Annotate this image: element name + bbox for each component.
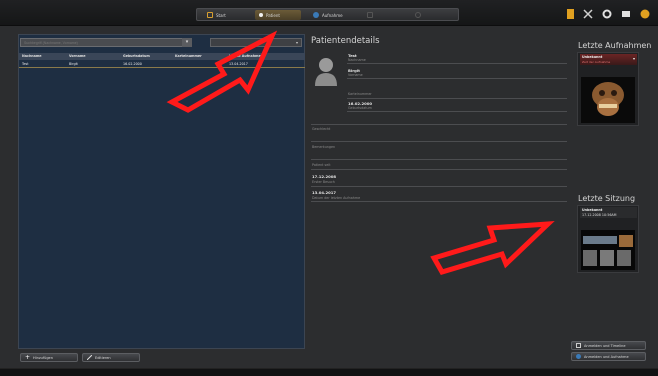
timeline-label: Anmelden und Timeline (584, 343, 626, 348)
divider (311, 141, 567, 142)
status-bar (0, 368, 658, 376)
divider (311, 159, 567, 160)
patient-seit-label: Patient seit (312, 163, 331, 167)
session-images-icon (583, 235, 633, 266)
divider (347, 98, 567, 99)
karteinummer-label: Karteinummer (348, 92, 372, 96)
timeline-icon (576, 343, 581, 348)
aufnahmen-sub-text: Zeit der Aufnahme (582, 60, 611, 64)
patient-seit-value: 17.12.2008 (312, 174, 337, 179)
letzte-aufnahmen-header[interactable]: Unbekannt Zeit der Aufnahme ▾ (580, 54, 637, 65)
camera-icon (576, 354, 581, 359)
geburtsdatum-label: Geburtsdatum (348, 106, 372, 110)
tools-icon[interactable] (583, 9, 593, 19)
divider (347, 78, 567, 79)
app-logo-icon[interactable] (640, 9, 650, 19)
person-icon (259, 13, 263, 17)
divider (311, 124, 567, 125)
add-patient-button[interactable]: + Hinzufügen (20, 353, 78, 362)
settings-icon[interactable] (602, 9, 612, 19)
divider (347, 111, 567, 112)
globe-icon (415, 12, 421, 18)
column-nachname[interactable]: Nachname (19, 53, 66, 60)
anmelden-aufnahme-button[interactable]: Anmelden und Aufnahme (571, 352, 646, 361)
bookmark-icon[interactable] (567, 9, 574, 19)
session-thumbnail[interactable] (581, 230, 635, 270)
pencil-icon (86, 354, 93, 361)
tab-patient[interactable]: Patient (255, 10, 301, 20)
screen-icon[interactable] (621, 9, 631, 19)
cell-nachname: Test (22, 62, 29, 66)
letzte-aufnahme-label: Datum der letzten Aufnahme (312, 196, 361, 200)
add-label: Hinzufügen (33, 355, 53, 360)
avatar (314, 56, 338, 86)
letter-a-icon (367, 12, 373, 18)
plus-icon: + (25, 354, 31, 361)
erster-besuch-label: Erster Besuch (312, 180, 335, 184)
skull-xray-icon (592, 82, 624, 116)
bemerkungen-label: Bemerkungen (312, 145, 336, 149)
column-vorname[interactable]: Vorname (66, 53, 120, 60)
page-title: Patientendetails (311, 36, 380, 46)
divider (347, 63, 567, 64)
anmelden-timeline-button[interactable]: Anmelden und Timeline (571, 341, 646, 350)
person-silhouette-icon (315, 58, 337, 86)
divider (311, 186, 567, 187)
sitzung-date-text: 17.12.2008 10:56AM (582, 213, 617, 217)
tab-disabled-a (363, 10, 377, 20)
red-arrow-annotation (430, 221, 555, 275)
vorname-label: Vorname (348, 73, 363, 77)
cell-vorname: Birgit (69, 62, 78, 66)
geschlecht-label: Geschlecht (312, 127, 331, 131)
nachname-label: Nachname (348, 58, 366, 62)
tab-start-label: Start (216, 12, 226, 18)
tab-aufnahme-label: Aufnahme (322, 12, 343, 18)
tab-patient-label: Patient (266, 12, 280, 18)
divider (311, 201, 567, 202)
home-icon (207, 12, 213, 18)
sitzung-head-text: Unbekannt (582, 208, 603, 212)
xray-thumbnail[interactable] (581, 77, 635, 123)
letzte-aufnahme-value: 13.04.2017 (312, 190, 337, 195)
tab-aufnahme[interactable]: Aufnahme (309, 10, 361, 20)
top-toolbar (567, 9, 650, 19)
aufnahmen-head-text: Unbekannt (582, 55, 603, 59)
chevron-down-icon: ▾ (632, 56, 635, 61)
letzte-sitzung-header: Unbekannt 17.12.2008 10:56AM (580, 207, 637, 218)
edit-label: Editieren (95, 355, 111, 360)
letzte-aufnahmen-title: Letzte Aufnahmen (578, 41, 652, 50)
camera-icon (313, 12, 319, 18)
tab-start[interactable]: Start (203, 10, 247, 20)
red-arrow-annotation (166, 30, 278, 113)
aufnahme-label: Anmelden und Aufnahme (584, 354, 629, 359)
divider (311, 169, 567, 170)
letzte-sitzung-title: Letzte Sitzung (578, 194, 636, 203)
edit-patient-button[interactable]: Editieren (82, 353, 140, 362)
chevron-down-icon: ▾ (295, 40, 298, 45)
main-navigation: Start Patient Aufnahme (196, 8, 459, 21)
tab-disabled-b (411, 10, 431, 20)
